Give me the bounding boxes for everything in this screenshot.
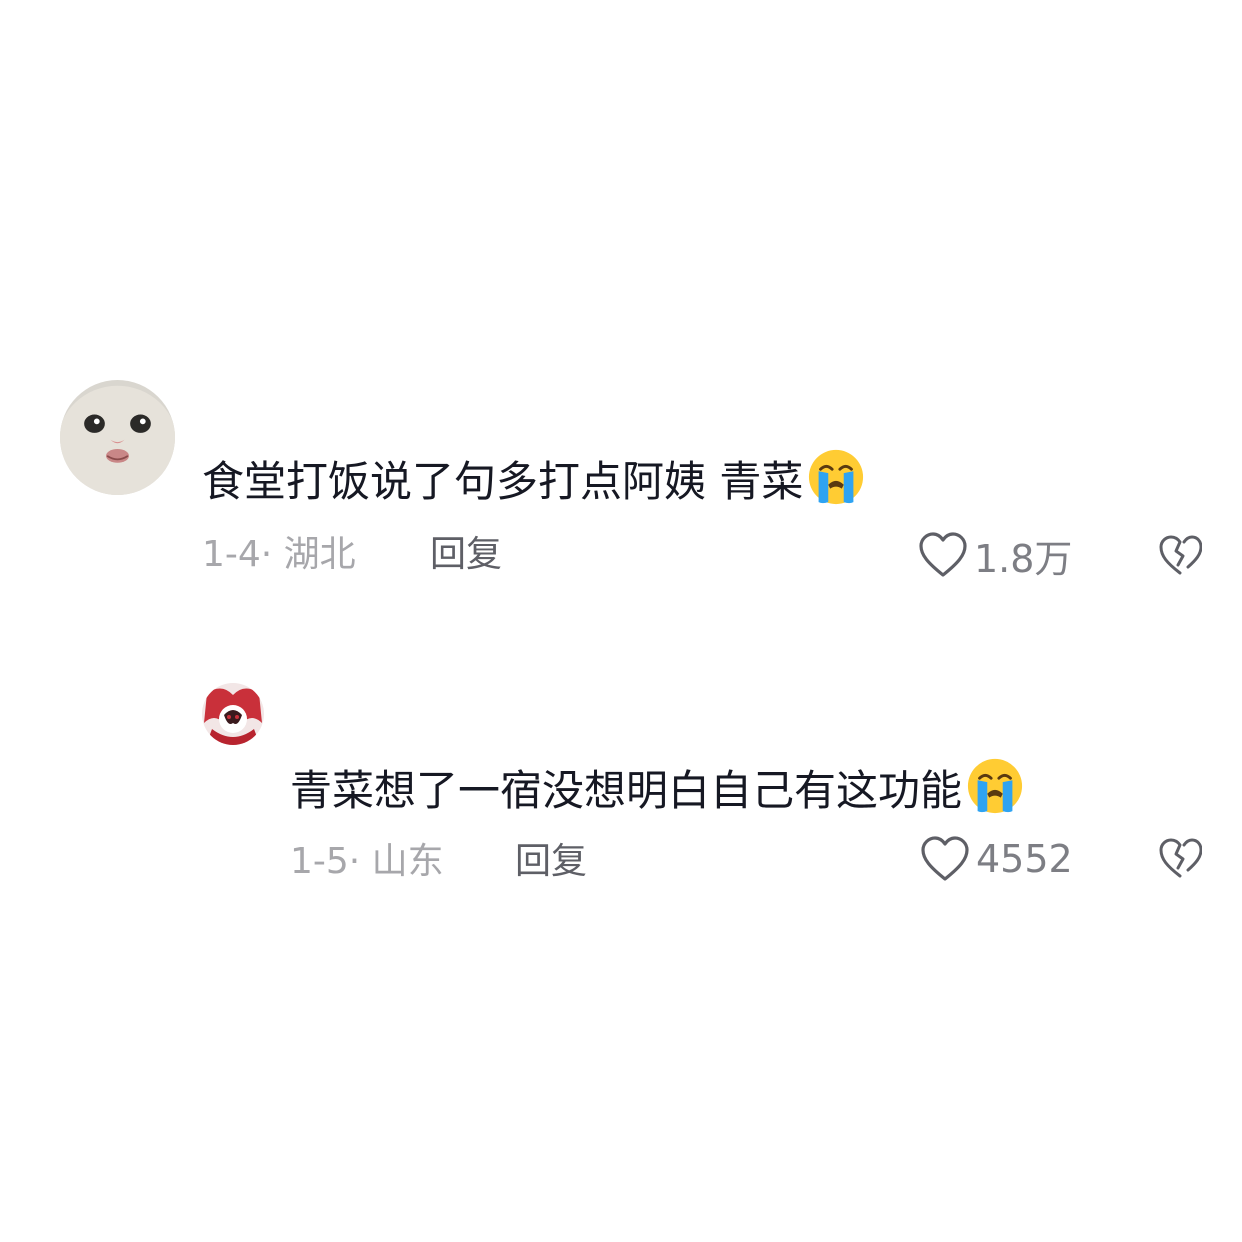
loudly-crying-face-emoji-icon: [966, 757, 1024, 815]
comment-body: 食堂打饭说了句多打点阿姨 青菜: [202, 457, 804, 506]
comment-meta: 1-5· 山东: [290, 841, 444, 882]
dislike-button[interactable]: [1158, 836, 1202, 880]
like-button[interactable]: 1.8万: [918, 530, 1073, 581]
cat-avatar-icon: [60, 380, 175, 495]
comment-body: 青菜想了一宿没想明白自己有这功能: [290, 766, 963, 815]
user-avatar[interactable]: [60, 380, 175, 495]
heart-icon: [919, 532, 967, 577]
anime-avatar-icon: [202, 683, 264, 745]
comment-text: 青菜想了一宿没想明白自己有这功能: [290, 757, 1024, 819]
reply-button[interactable]: 回复: [515, 840, 587, 884]
like-count: 1.8万: [974, 536, 1073, 581]
loudly-crying-face-emoji-icon: [807, 448, 865, 506]
like-button[interactable]: 4552: [920, 834, 1073, 884]
user-avatar[interactable]: [202, 683, 264, 745]
reply-button[interactable]: 回复: [430, 533, 502, 577]
comment-meta: 1-4· 湖北: [202, 534, 356, 575]
comment-text: 食堂打饭说了句多打点阿姨 青菜: [202, 448, 865, 510]
heart-icon: [921, 836, 969, 881]
like-count: 4552: [976, 837, 1073, 881]
dislike-button[interactable]: [1158, 533, 1202, 577]
broken-heart-icon: [1159, 535, 1202, 575]
broken-heart-icon: [1159, 838, 1202, 878]
